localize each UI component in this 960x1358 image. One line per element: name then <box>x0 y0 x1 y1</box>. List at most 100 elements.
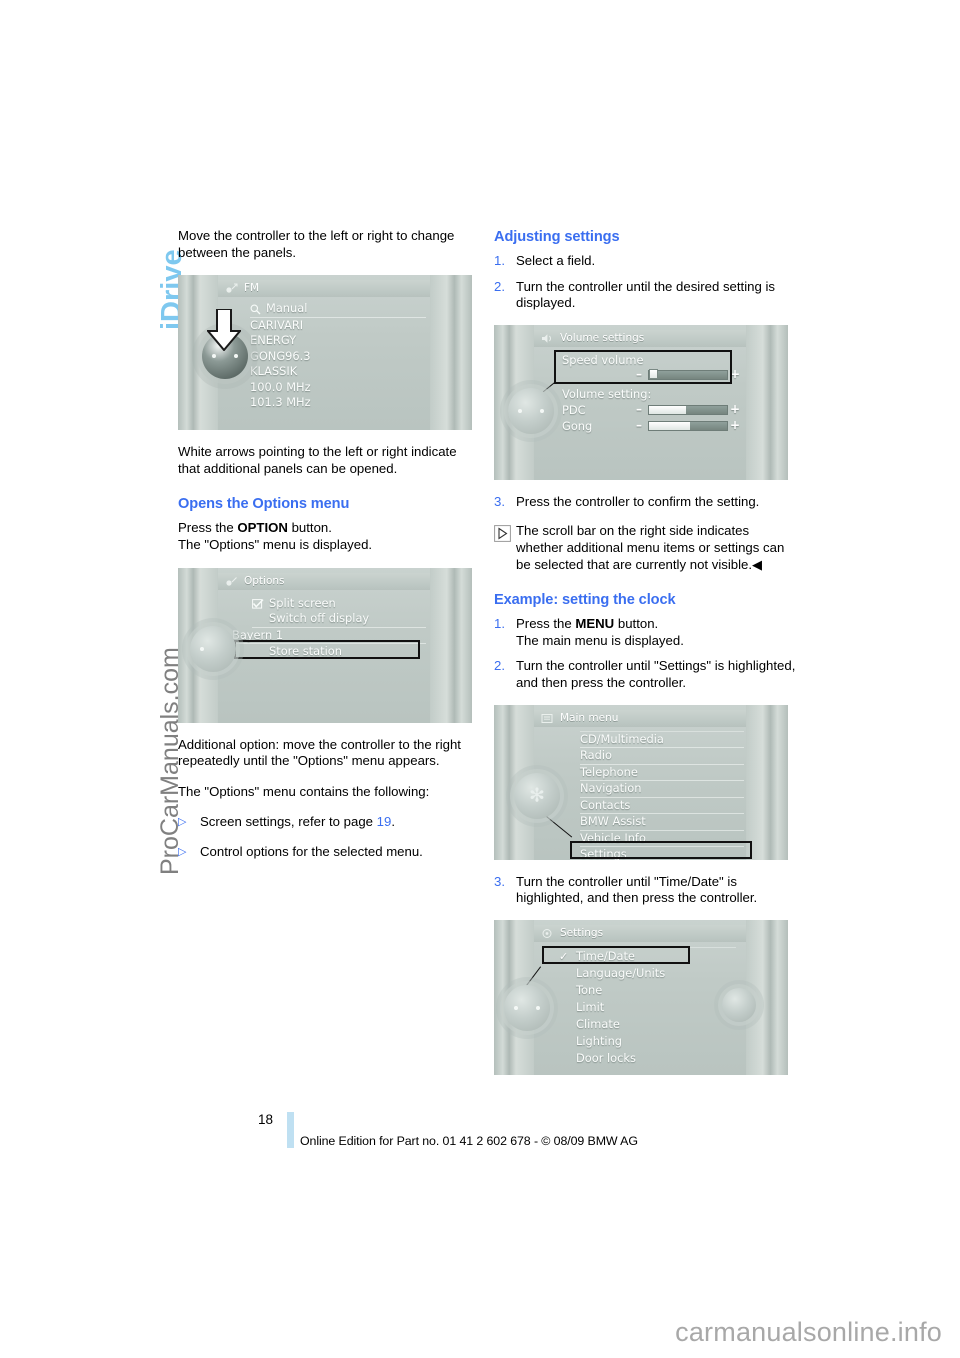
list-item[interactable]: BMW Assist <box>580 814 744 831</box>
step-number: 1. <box>494 253 505 268</box>
list-item[interactable]: GONG96.3 <box>250 349 426 365</box>
heading-opens-options-menu: Opens the Options menu <box>178 496 350 513</box>
bullet-text: Control options for the selected menu. <box>200 843 423 859</box>
right-column: Adjusting settings 1. Select a field. 2.… <box>494 228 796 1089</box>
knob-dot-left <box>200 646 204 651</box>
time-date-step: 3. Turn the controller until "Time/Date"… <box>494 874 796 907</box>
plus-icon[interactable]: + <box>730 418 740 432</box>
step-number: 3. <box>494 493 505 509</box>
slider-fill <box>649 405 687 414</box>
list-item[interactable]: Tone <box>576 982 736 999</box>
list-item-label: CARIVARI <box>250 317 304 332</box>
idrive-controller-knob <box>508 387 554 434</box>
page-reference[interactable]: 19 <box>377 814 392 829</box>
list-item: ▷ Screen settings, refer to page 19. <box>178 814 480 832</box>
scroll-bar-knob <box>722 987 756 1022</box>
minus-icon[interactable]: – <box>636 402 642 416</box>
additional-option-paragraph: Additional option: move the controller t… <box>178 736 461 769</box>
gear-icon <box>542 928 552 938</box>
list-item-label: Switch off display <box>269 611 370 626</box>
list-item[interactable]: Climate <box>576 1016 736 1033</box>
knob-dot-right <box>234 354 238 359</box>
slider-track <box>648 420 728 431</box>
list-item[interactable]: KLASSIK <box>250 364 426 380</box>
arrows-caption: White arrows pointing to the left or rig… <box>178 444 457 476</box>
list-item-label: Split screen <box>269 595 336 610</box>
list-item-label: Navigation <box>580 781 642 796</box>
list-item: ▷ Control options for the selected menu. <box>178 844 480 862</box>
left-column: Move the controller to the left or right… <box>178 228 480 873</box>
list-item[interactable]: CARIVARI <box>250 318 426 334</box>
screenshot-fm-radio: FM Manual CARIVARI ENERGY GONG96.3 KLASS… <box>178 275 472 431</box>
list-item: 1. Press the MENU button. The main menu … <box>494 616 796 649</box>
list-item[interactable]: Navigation <box>580 781 744 798</box>
triangle-right-icon: ▷ <box>178 845 187 858</box>
list-item-label: BMW Assist <box>580 814 646 829</box>
list-item[interactable]: Telephone <box>580 765 744 782</box>
options-icon <box>226 576 237 586</box>
step-text-pre: Press the <box>516 616 576 632</box>
knob-dot-right <box>540 408 544 413</box>
page-footer: 18 Online Edition for Part no. 01 41 2 6… <box>0 1112 960 1162</box>
minus-icon[interactable]: – <box>636 418 642 432</box>
bezel-right <box>430 567 472 723</box>
list-item-label: ENERGY <box>250 333 297 348</box>
list-item-label: Language/Units <box>576 965 666 980</box>
screen-header: Volume settings <box>534 329 746 347</box>
list-item[interactable]: CD/Multimedia <box>580 730 744 749</box>
list-item[interactable]: Split screen <box>252 596 426 612</box>
screen-header-text: Settings <box>560 926 604 939</box>
list-item[interactable]: Radio <box>580 748 744 765</box>
knob-dot-left <box>514 1005 518 1010</box>
knob-dot-left <box>518 408 522 413</box>
list-item[interactable]: 101.3 MHz <box>250 395 426 411</box>
screen-header-text: Volume settings <box>560 331 645 344</box>
list-item-label: Door locks <box>576 1050 636 1065</box>
pdc-row: PDC – + <box>562 402 742 419</box>
selection-highlight-box <box>570 840 752 859</box>
knob-dot-right <box>536 1005 540 1010</box>
heading-adjusting-settings: Adjusting settings <box>494 229 620 245</box>
gear-icon: ✻ <box>529 784 545 807</box>
list-item[interactable]: Switch off display <box>252 611 426 628</box>
footer-copyright: Online Edition for Part no. 01 41 2 602 … <box>300 1134 638 1148</box>
list-item[interactable]: Language/Units <box>576 965 736 982</box>
bullet-text-post: . <box>391 814 396 830</box>
step-text: Turn the controller until the desired se… <box>516 278 775 311</box>
label-text: Volume setting: <box>562 386 652 401</box>
idrive-controller-knob: ✻ <box>514 772 560 819</box>
list-item[interactable]: Lighting <box>576 1033 736 1050</box>
knob-dot-left <box>212 354 216 359</box>
list-item-label: Tone <box>576 982 603 997</box>
bezel-right <box>430 275 472 431</box>
list-item-label: Lighting <box>576 1033 623 1048</box>
pdc-slider[interactable]: – + <box>636 402 740 416</box>
press-option-suffix: button. <box>287 520 332 536</box>
screenshot-settings-menu: Settings ✓ Time/Date Language/Units Tone… <box>494 919 788 1075</box>
step-text: Turn the controller until "Settings" is … <box>516 658 796 690</box>
press-option-prefix: Press the <box>178 520 238 536</box>
menu-icon <box>541 713 553 723</box>
intro-paragraph: Move the controller to the left or right… <box>178 228 455 260</box>
list-item[interactable]: Manual <box>250 301 426 318</box>
gong-slider[interactable]: – + <box>636 418 740 432</box>
list-item[interactable]: Contacts <box>580 798 744 815</box>
heading-example-setting-clock: Example: setting the clock <box>494 592 676 609</box>
plus-icon[interactable]: + <box>730 402 740 416</box>
step-text-post: button. <box>614 616 659 632</box>
screen-header-text: FM <box>244 282 260 295</box>
step-text: Turn the controller until "Time/Date" is… <box>516 873 758 906</box>
radio-icon <box>226 283 238 293</box>
bottom-watermark: carmanualsonline.info <box>675 1317 942 1347</box>
list-item-label: 101.3 MHz <box>250 395 311 410</box>
confirm-step: 3. Press the controller to confirm the s… <box>494 494 796 511</box>
list-item[interactable]: Limit <box>576 999 736 1016</box>
list-item[interactable]: Door locks <box>576 1050 736 1067</box>
step-text: Press the controller to confirm the sett… <box>516 493 760 509</box>
list-item[interactable]: ENERGY <box>250 333 426 349</box>
step-number: 2. <box>494 658 505 674</box>
station-list: Manual CARIVARI ENERGY GONG96.3 KLASSIK … <box>250 301 426 411</box>
slider-track <box>648 404 728 415</box>
list-item[interactable]: 100.0 MHz <box>250 380 426 396</box>
list-item: 2. Turn the controller until the desired… <box>494 279 796 312</box>
